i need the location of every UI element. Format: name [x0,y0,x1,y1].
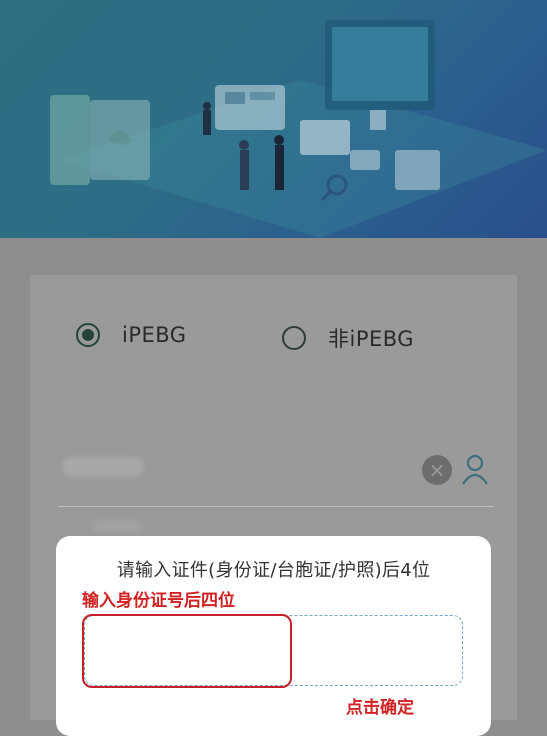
secondary-field-placeholder [92,520,142,532]
radio-non-ipebg[interactable]: 非iPEBG [282,323,414,353]
account-input-value[interactable] [62,457,144,477]
account-input-underline [58,506,494,507]
radio-unselected-icon [282,326,306,350]
radio-selected-icon [76,323,100,347]
hero-illustration [50,20,547,238]
radio-ipebg[interactable]: iPEBG [76,323,187,347]
confirm-hint-annotation: 点击确定 [346,698,414,718]
input-highlight-box [82,614,292,688]
account-type-selector: iPEBG 非iPEBG [76,323,547,363]
radio-non-ipebg-label: 非iPEBG [328,327,415,351]
hero-banner [0,0,547,238]
close-circle-icon[interactable]: × [422,455,452,485]
dialog-title: 请输入证件(身份证/台胞证/护照)后4位 [116,560,431,581]
input-hint-annotation: 输入身份证号后四位 [82,591,235,611]
radio-ipebg-label: iPEBG [122,323,187,347]
user-icon [462,454,488,485]
